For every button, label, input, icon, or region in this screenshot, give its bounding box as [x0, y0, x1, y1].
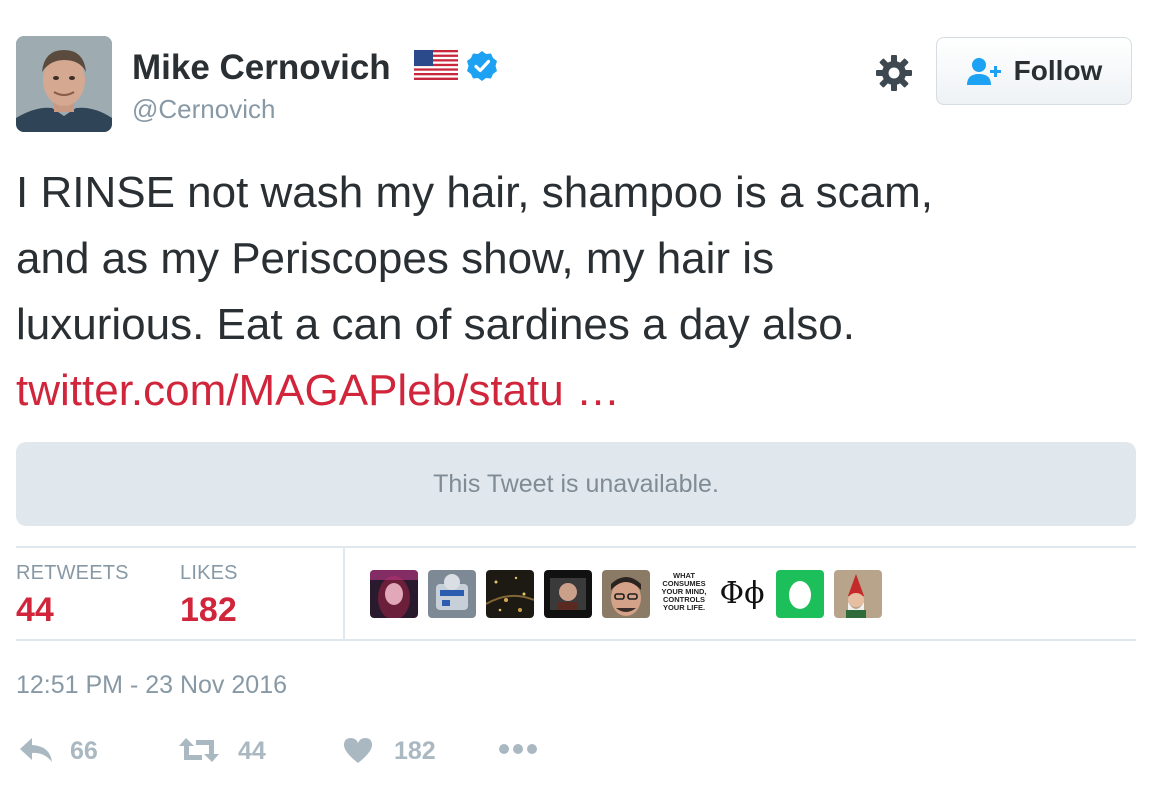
liker-avatar[interactable]: [834, 570, 882, 618]
us-flag-icon: [414, 50, 458, 80]
avatar[interactable]: [16, 36, 112, 132]
tweet-text-line: luxurious. Eat a can of sardines a day a…: [16, 300, 855, 349]
liker-avatar[interactable]: Φϕ: [718, 570, 766, 618]
gear-icon[interactable]: [874, 53, 914, 93]
divider: [343, 548, 345, 640]
user-name[interactable]: Mike Cernovich: [132, 48, 391, 88]
retweet-count: 44: [238, 737, 266, 765]
liker-avatar[interactable]: [602, 570, 650, 618]
retweets-stat[interactable]: RETWEETS 44: [16, 562, 129, 630]
retweets-label: RETWEETS: [16, 562, 129, 584]
liker-avatar[interactable]: [776, 570, 824, 618]
liker-avatar[interactable]: [486, 570, 534, 618]
heart-icon[interactable]: [342, 736, 374, 769]
follow-button[interactable]: Follow: [936, 37, 1132, 105]
liker-avatar[interactable]: [544, 570, 592, 618]
follow-label: Follow: [1013, 55, 1103, 86]
liker-avatar[interactable]: [370, 570, 418, 618]
tweet-text: I RINSE not wash my hair, shampoo is a s…: [16, 160, 1136, 424]
quoted-tweet-unavailable: This Tweet is unavailable.: [16, 442, 1136, 526]
tweet-link[interactable]: twitter.com/MAGAPleb/statu …: [16, 366, 620, 415]
reply-count: 66: [70, 737, 98, 765]
reply-icon[interactable]: [18, 736, 54, 769]
liker-avatar[interactable]: WHAT CONSUMES YOUR MIND, CONTROLS YOUR L…: [660, 570, 708, 618]
add-user-icon: [966, 56, 1004, 86]
divider: [16, 639, 1136, 641]
retweet-icon[interactable]: [178, 736, 220, 769]
timestamp[interactable]: 12:51 PM - 23 Nov 2016: [16, 671, 287, 700]
tweet-text-line: and as my Periscopes show, my hair is: [16, 234, 775, 283]
more-icon[interactable]: [498, 742, 538, 761]
likes-label: LIKES: [180, 562, 238, 584]
liker-avatar[interactable]: [428, 570, 476, 618]
divider: [16, 546, 1136, 548]
verified-badge-icon: [466, 50, 498, 82]
like-count: 182: [394, 737, 436, 765]
liker-avatar-text: YOUR LIFE.: [662, 603, 706, 612]
tweet-text-line: I RINSE not wash my hair, shampoo is a s…: [16, 168, 934, 217]
retweets-count: 44: [16, 591, 54, 629]
user-handle[interactable]: @Cernovich: [132, 94, 275, 125]
likes-count: 182: [180, 591, 237, 629]
likes-stat[interactable]: LIKES 182: [180, 562, 238, 630]
